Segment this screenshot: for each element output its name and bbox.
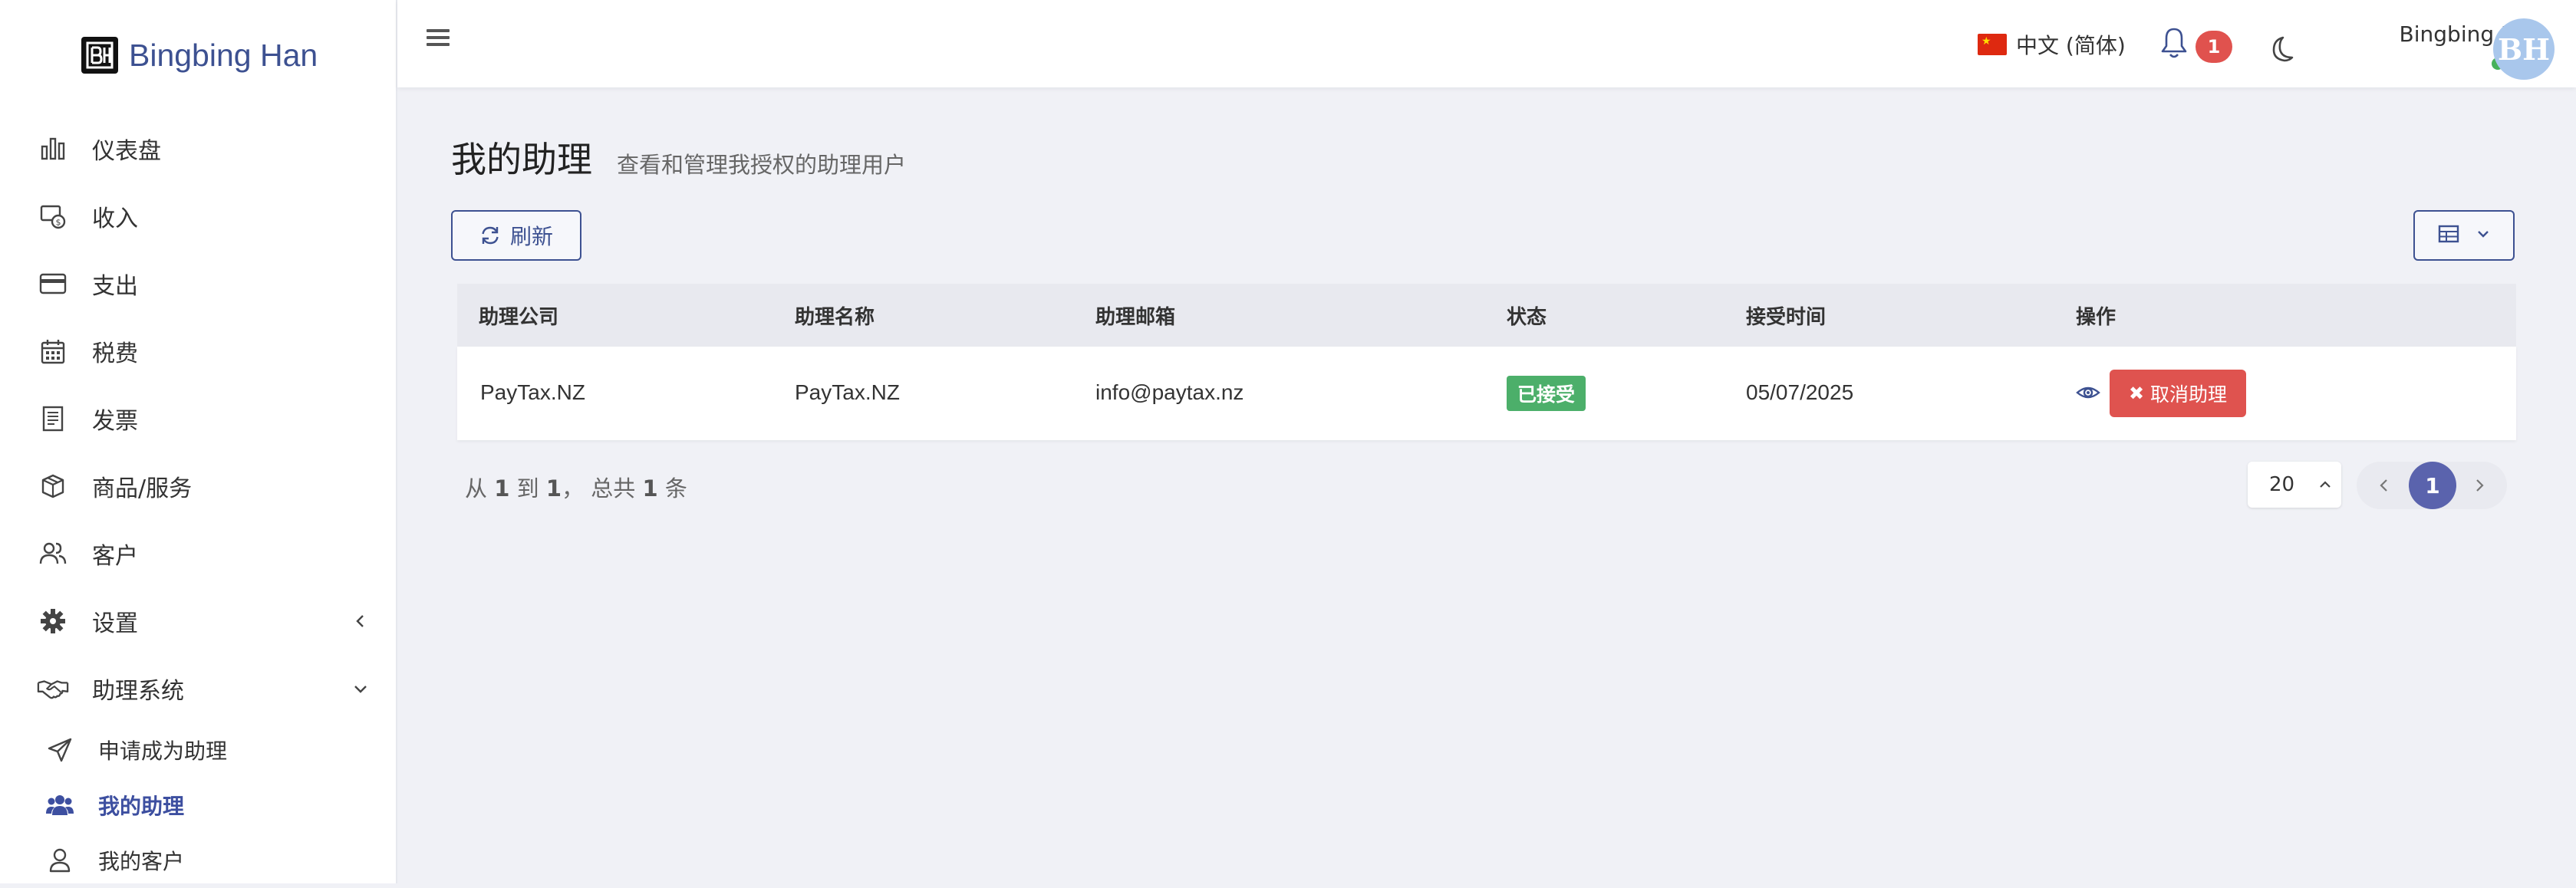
user-icon: [44, 845, 75, 876]
sidebar-item-tax[interactable]: 税费: [0, 317, 396, 385]
income-icon: $: [37, 200, 69, 232]
notification-badge[interactable]: 1: [2196, 31, 2232, 63]
sidebar-subitem-label: 申请成为助理: [98, 738, 228, 764]
pagination-from: 1: [494, 475, 510, 502]
sidebar-subitem-my-assistants[interactable]: 我的助理: [0, 778, 396, 833]
language-label: 中文 (简体): [2016, 33, 2126, 58]
column-header-actions: 操作: [2076, 305, 2116, 329]
handshake-icon: [37, 673, 69, 705]
cell-accepted-time: 05/07/2025: [1746, 380, 1854, 404]
pagination-total: 1: [642, 475, 658, 502]
sidebar-item-label: 支出: [92, 273, 138, 300]
sidebar-item-customers[interactable]: 客户: [0, 520, 396, 587]
refresh-button[interactable]: 刷新: [451, 210, 581, 261]
brand-name: Bingbing Han: [129, 37, 318, 73]
sidebar-item-label: 税费: [92, 340, 138, 367]
chevron-right-icon[interactable]: [2470, 476, 2489, 495]
sidebar-item-expense[interactable]: 支出: [0, 250, 396, 317]
assistants-table: 助理公司 助理名称 助理邮箱 状态 接受时间 操作 PayTax.NZ PayT…: [457, 284, 2516, 440]
sidebar-item-label: 仪表盘: [92, 138, 161, 165]
sidebar-item-label: 助理系统: [92, 678, 184, 705]
table-row: PayTax.NZ PayTax.NZ info@paytax.nz 已接受 0…: [457, 347, 2516, 440]
bell-icon[interactable]: [2159, 26, 2189, 60]
sidebar-item-products[interactable]: 商品/服务: [0, 452, 396, 520]
pagination-info: 从 1 到 1， 总共 1 条: [465, 471, 687, 503]
user-group-icon: [44, 790, 75, 821]
dark-mode-moon-icon[interactable]: [2265, 34, 2295, 64]
cell-company: PayTax.NZ: [480, 380, 585, 404]
brand-logo-icon: [86, 41, 114, 69]
column-toggle-button[interactable]: [2413, 210, 2515, 261]
sidebar-nav: 仪表盘 $ 收入 支出 税费 发票 商品/服务 客户 设置 助理系统 申请成为助…: [0, 115, 396, 888]
gear-icon: [37, 605, 69, 637]
chevron-left-icon: [351, 612, 370, 630]
credit-card-icon: [37, 268, 69, 300]
column-header-accepted-time[interactable]: 接受时间: [1746, 301, 1826, 330]
pagination-text: 条: [664, 475, 687, 502]
cancel-assistant-button[interactable]: ✖ 取消助理: [2110, 370, 2246, 417]
sidebar-item-income[interactable]: $ 收入: [0, 183, 396, 250]
page-subtitle: 查看和管理我授权的助理用户: [617, 152, 907, 178]
table-header: 助理公司 助理名称 助理邮箱 状态 接受时间 操作: [457, 284, 2516, 347]
close-icon: ✖: [2128, 383, 2145, 404]
sidebar-item-dashboard[interactable]: 仪表盘: [0, 115, 396, 183]
avatar[interactable]: BH: [2493, 18, 2555, 80]
sidebar-item-invoice[interactable]: 发票: [0, 385, 396, 452]
calendar-icon: [37, 335, 69, 367]
brand-logo: [81, 37, 118, 74]
pagination-to: 1: [545, 475, 562, 502]
bar-chart-icon: [37, 133, 69, 165]
pagination-text: 从: [465, 475, 488, 502]
column-header-status[interactable]: 状态: [1507, 301, 1547, 330]
sidebar-item-assistant-system[interactable]: 助理系统: [0, 655, 396, 722]
invoice-icon: [37, 403, 69, 435]
column-header-company[interactable]: 助理公司: [479, 301, 558, 330]
pagination-text: 到: [516, 475, 539, 502]
page-size-select[interactable]: 20: [2248, 462, 2341, 508]
status-badge: 已接受: [1507, 376, 1586, 411]
chevron-left-icon[interactable]: [2375, 476, 2393, 495]
sidebar-item-label: 设置: [92, 610, 138, 637]
brand[interactable]: Bingbing Han: [81, 32, 318, 78]
page-title: 我的助理: [451, 139, 592, 180]
menu-toggle-icon[interactable]: [425, 25, 451, 51]
pagination-current-page[interactable]: 1: [2409, 462, 2456, 509]
page-size-value: 20: [2269, 473, 2295, 496]
paper-plane-icon: [44, 735, 75, 765]
box-icon: [37, 470, 69, 502]
view-eye-icon[interactable]: [2076, 380, 2100, 405]
language-selector[interactable]: ★ 中文 (简体): [1978, 29, 2126, 60]
china-flag-icon: ★: [1978, 34, 2007, 55]
top-bar: ★ 中文 (简体) 1 Bingbing Han 在线 BH: [397, 0, 2576, 87]
cell-name: PayTax.NZ: [795, 380, 900, 404]
column-header-email[interactable]: 助理邮箱: [1095, 301, 1175, 330]
chevron-up-icon: [2317, 475, 2334, 492]
refresh-icon: [479, 225, 501, 246]
cancel-assistant-label: 取消助理: [2150, 383, 2228, 406]
pagination: 1: [2357, 462, 2507, 509]
sidebar-subitem-my-clients[interactable]: 我的客户: [0, 833, 396, 888]
sidebar-subitem-label: 我的助理: [98, 794, 185, 819]
cell-email: info@paytax.nz: [1095, 380, 1244, 404]
pagination-text: ， 总共: [562, 475, 636, 502]
sidebar-item-label: 发票: [92, 408, 138, 435]
sidebar-subitem-apply-assistant[interactable]: 申请成为助理: [0, 722, 396, 778]
sidebar-item-settings[interactable]: 设置: [0, 587, 396, 655]
sidebar: Bingbing Han 仪表盘 $ 收入 支出 税费 发票 商品/服务 客户 …: [0, 0, 397, 883]
chevron-down-icon: [2476, 227, 2490, 244]
sidebar-item-label: 商品/服务: [92, 475, 193, 502]
refresh-label: 刷新: [509, 224, 553, 249]
sidebar-subitem-label: 我的客户: [98, 849, 185, 874]
column-header-name[interactable]: 助理名称: [795, 301, 875, 330]
sidebar-item-label: 客户: [92, 543, 138, 570]
chevron-down-icon: [351, 679, 370, 698]
users-icon: [37, 538, 69, 570]
sidebar-item-label: 收入: [92, 206, 138, 232]
table-grid-icon: [2438, 225, 2459, 246]
svg-text:$: $: [56, 218, 61, 228]
